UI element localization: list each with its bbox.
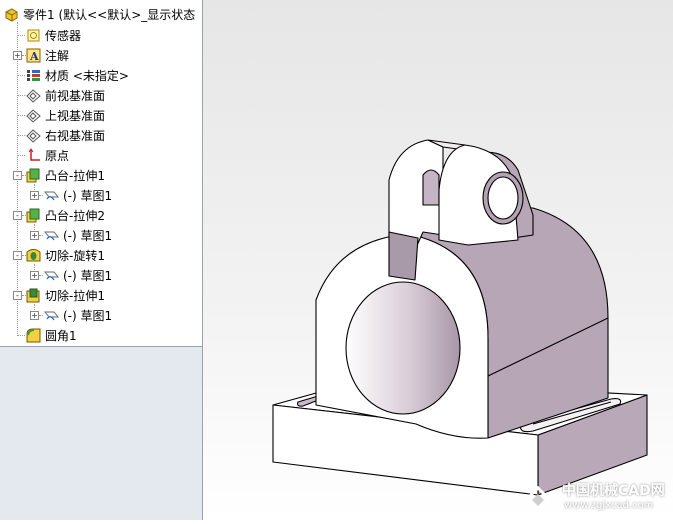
plane-icon xyxy=(26,88,41,103)
tree-item-sketch[interactable]: (-) 草图1 xyxy=(44,185,112,205)
svg-text:A: A xyxy=(29,50,39,63)
watermark-url: www.zgjxcad.com xyxy=(564,500,654,511)
expand-sketch-toggle[interactable]: + xyxy=(30,311,39,320)
tree-item-sketch[interactable]: (-) 草图1 xyxy=(44,305,112,325)
sketch-icon xyxy=(44,268,59,283)
tree-item-fillet1[interactable]: 圆角1 xyxy=(26,325,77,345)
tree-item-origin[interactable]: 原点 xyxy=(26,145,69,165)
tree-item-label: 前视基准面 xyxy=(45,88,106,103)
site-watermark: 中国机械CAD网 www.zgjxcad.com xyxy=(520,478,670,518)
tree-item-label: (-) 草图1 xyxy=(63,228,113,243)
tree-item-label: (-) 草图1 xyxy=(63,188,113,203)
tree-item-sketch[interactable]: (-) 草图1 xyxy=(44,225,112,245)
pillow-block-model xyxy=(272,139,648,496)
sensor-icon xyxy=(26,28,41,43)
sketch-icon xyxy=(44,308,59,323)
expand-sketch-toggle[interactable]: + xyxy=(30,271,39,280)
tree-item-sensors[interactable]: 传感器 xyxy=(26,25,81,45)
tree-item-label: 圆角1 xyxy=(45,328,77,343)
expand-boss-extrude1-toggle[interactable]: - xyxy=(13,171,22,180)
tree-empty-area xyxy=(0,346,202,520)
tree-item-label: 传感器 xyxy=(45,28,82,43)
tree-item-top-plane[interactable]: 上视基准面 xyxy=(26,105,105,125)
expand-cut-extrude1-toggle[interactable]: - xyxy=(13,291,22,300)
boss-extrude-icon xyxy=(26,168,41,183)
tree-item-annotations[interactable]: A 注解 xyxy=(26,45,69,65)
tree-item-material[interactable]: 材质 <未指定> xyxy=(26,65,129,85)
tree-root-part[interactable]: 零件1 (默认<<默认>_显示状态 xyxy=(4,4,195,24)
tree-item-label: 原点 xyxy=(45,148,70,163)
tree-item-label: 切除-旋转1 xyxy=(45,248,105,263)
tree-item-label: 上视基准面 xyxy=(45,108,106,123)
plane-icon xyxy=(26,108,41,123)
tree-item-label: (-) 草图1 xyxy=(63,268,113,283)
expand-annotations-toggle[interactable]: + xyxy=(13,51,22,60)
tree-item-boss-extrude1[interactable]: 凸台-拉伸1 xyxy=(26,165,105,185)
part-icon xyxy=(4,7,19,22)
tree-item-label: (-) 草图1 xyxy=(63,308,113,323)
expand-sketch-toggle[interactable]: + xyxy=(30,191,39,200)
cut-extrude-icon xyxy=(26,288,41,303)
sketch-icon xyxy=(44,228,59,243)
tree-item-cut-extrude1[interactable]: 切除-拉伸1 xyxy=(26,285,105,305)
expand-sketch-toggle[interactable]: + xyxy=(30,231,39,240)
plane-icon xyxy=(26,128,41,143)
material-icon xyxy=(26,68,41,83)
annotation-icon: A xyxy=(26,48,41,63)
watermark-logo-icon xyxy=(523,485,553,515)
tree-item-cut-revolve1[interactable]: 切除-旋转1 xyxy=(26,245,105,265)
boss-extrude-icon xyxy=(26,208,41,223)
tree-item-label: 切除-拉伸1 xyxy=(45,288,105,303)
tree-item-label: 材质 <未指定> xyxy=(45,68,129,83)
tree-item-label: 右视基准面 xyxy=(45,128,106,143)
cut-revolve-icon xyxy=(26,248,41,263)
tree-root-label: 零件1 (默认<<默认>_显示状态 xyxy=(23,7,196,22)
graphics-viewport[interactable] xyxy=(203,0,673,520)
tree-item-label: 注解 xyxy=(45,48,70,63)
watermark-title: 中国机械CAD网 xyxy=(562,483,665,499)
tree-item-sketch[interactable]: (-) 草图1 xyxy=(44,265,112,285)
tree-item-front-plane[interactable]: 前视基准面 xyxy=(26,85,105,105)
tree-item-label: 凸台-拉伸2 xyxy=(45,208,105,223)
tree-item-label: 凸台-拉伸1 xyxy=(45,168,105,183)
tree-item-boss-extrude2[interactable]: 凸台-拉伸2 xyxy=(26,205,105,225)
feature-manager-tree: 零件1 (默认<<默认>_显示状态 传感器 + A 注解 材质 <未指定> 前视… xyxy=(0,0,203,520)
expand-cut-revolve1-toggle[interactable]: - xyxy=(13,251,22,260)
fillet-icon xyxy=(26,328,41,343)
tree-item-right-plane[interactable]: 右视基准面 xyxy=(26,125,105,145)
origin-icon xyxy=(26,147,41,163)
sketch-icon xyxy=(44,188,59,203)
expand-boss-extrude2-toggle[interactable]: - xyxy=(13,211,22,220)
